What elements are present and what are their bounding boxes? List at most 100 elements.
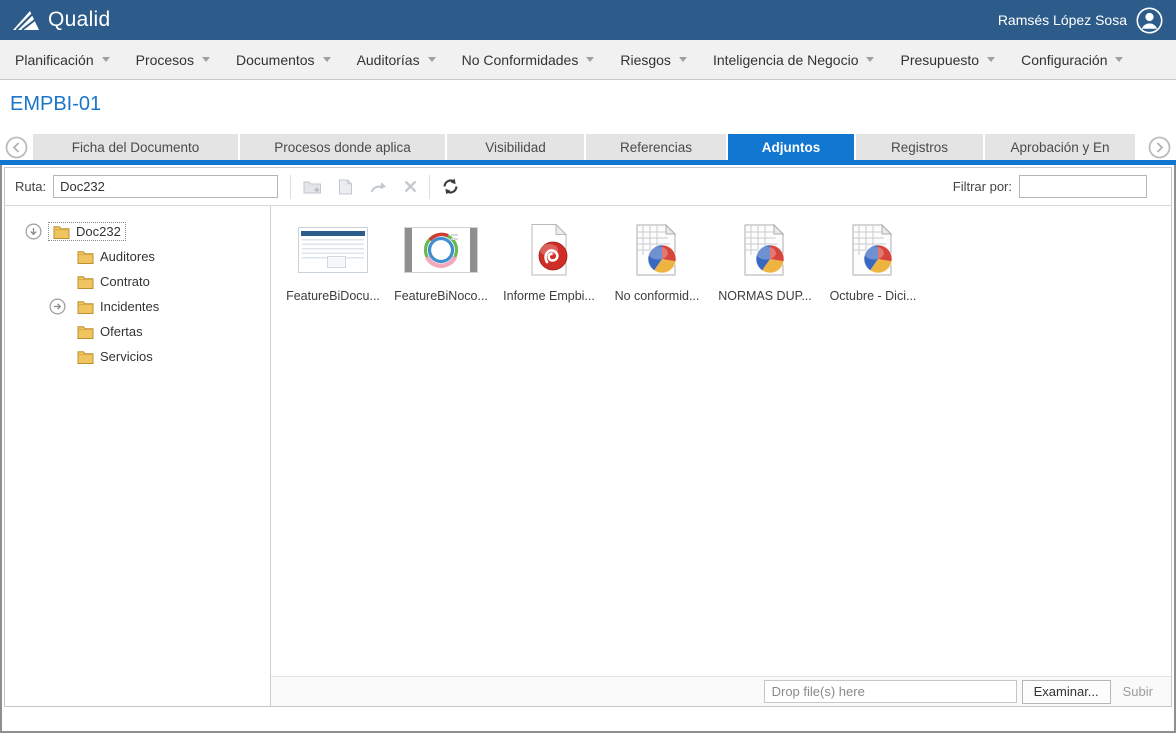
tree-node-servicios[interactable]: Servicios [49, 344, 264, 369]
nav-item-planificacion[interactable]: Planificación [2, 52, 123, 68]
nav-item-documentos[interactable]: Documentos [223, 52, 344, 68]
folder-icon [77, 325, 94, 339]
tree-node-auditores[interactable]: Auditores [49, 244, 264, 269]
nav-item-presupuesto[interactable]: Presupuesto [887, 52, 1008, 68]
rings-chart-thumbnail [404, 218, 478, 282]
tab-referencias[interactable]: Referencias [586, 134, 726, 160]
nav-item-label: Documentos [235, 51, 315, 68]
tab-scroll-left-button[interactable] [5, 136, 28, 159]
tab-aprobacion-y-entrega[interactable]: Aprobación y En [985, 134, 1135, 160]
upload-drop-input[interactable] [763, 680, 1017, 703]
folder-icon [77, 300, 94, 314]
folder-tree-panel: Doc232 Auditores Contrato Incidentes Ofe… [5, 206, 271, 706]
file-item-informe-empbi[interactable]: Informe Empbi... [495, 218, 603, 303]
tab-adjuntos[interactable]: Adjuntos [728, 134, 854, 160]
pdf-file-icon [528, 218, 570, 282]
tree-node-label: Contrato [100, 274, 150, 289]
file-item-octubre-dici[interactable]: Octubre - Dici... [819, 218, 927, 303]
nav-item-configuracion[interactable]: Configuración [1008, 52, 1136, 68]
redo-arrow-icon [371, 181, 387, 192]
spreadsheet-pie-file-icon [634, 218, 680, 282]
filter-area: Filtrar por: [953, 175, 1147, 198]
chevron-down-icon [678, 57, 687, 62]
brand-name: Qualid [48, 8, 111, 31]
nav-item-label: Procesos [135, 51, 194, 68]
tree-node-label: Incidentes [100, 299, 160, 314]
tab-ficha-del-documento[interactable]: Ficha del Documento [33, 134, 238, 160]
browse-button[interactable]: Examinar... [1021, 679, 1111, 704]
file-item-normas-dup[interactable]: NORMAS DUP... [711, 218, 819, 303]
folder-icon [53, 225, 70, 239]
file-name: NORMAS DUP... [718, 289, 812, 303]
arrow-right-circle-icon [1148, 136, 1171, 158]
folder-icon [77, 275, 94, 289]
tab-registros[interactable]: Registros [856, 134, 983, 160]
nav-item-procesos[interactable]: Procesos [123, 52, 223, 68]
webpage-screenshot-thumbnail [298, 218, 368, 282]
collapse-arrow-icon[interactable] [25, 223, 42, 240]
nav-item-label: Riesgos [620, 51, 671, 68]
tab-strip: Ficha del Documento Procesos donde aplic… [0, 134, 1176, 160]
tab-scroll-right-button[interactable] [1148, 136, 1171, 159]
tab-procesos-donde-aplica[interactable]: Procesos donde aplica [240, 134, 445, 160]
tree-node-incidentes[interactable]: Incidentes [49, 294, 264, 319]
nav-item-inteligencia-de-negocio[interactable]: Inteligencia de Negocio [700, 52, 888, 68]
tree-node-doc232[interactable]: Doc232 [25, 219, 264, 244]
new-folder-button[interactable] [303, 179, 322, 195]
page-title: EMPBI-01 [10, 93, 102, 115]
files-panel: FeatureBiDocu... FeatureBiNoco... Inform… [271, 206, 1171, 706]
spreadsheet-pie-file-icon [850, 218, 896, 282]
file-manager-widget: Ruta: Doc232 Filtrar por: Doc232 Auditor… [4, 167, 1172, 707]
folder-icon [77, 350, 94, 364]
toolbar-separator [429, 174, 431, 199]
app-header: Qualid Ramsés López Sosa [0, 0, 1176, 40]
file-name: FeatureBiNoco... [394, 289, 488, 303]
spreadsheet-pie-file-icon [742, 218, 788, 282]
tree-node-label: Auditores [100, 249, 155, 264]
ruta-label: Ruta: [15, 179, 47, 194]
tree-children: Auditores Contrato Incidentes Ofertas Se… [49, 244, 264, 369]
toolbar-actions [303, 179, 417, 195]
refresh-button[interactable] [442, 178, 459, 195]
toolbar-separator [290, 174, 292, 199]
arrow-left-circle-icon [5, 136, 28, 158]
filter-input[interactable] [1019, 175, 1147, 198]
chevron-down-icon [101, 57, 110, 62]
upload-submit[interactable]: Subir [1123, 684, 1153, 699]
chevron-down-icon [586, 57, 595, 62]
file-item-featurebidocu[interactable]: FeatureBiDocu... [279, 218, 387, 303]
nav-item-riesgos[interactable]: Riesgos [607, 52, 700, 68]
nav-item-no-conformidades[interactable]: No Conformidades [449, 52, 608, 68]
file-name: FeatureBiDocu... [286, 289, 380, 303]
nav-item-label: Inteligencia de Negocio [712, 51, 859, 68]
nav-item-auditorias[interactable]: Auditorías [344, 52, 449, 68]
file-name: Octubre - Dici... [829, 289, 917, 303]
tree-node-selected[interactable]: Doc232 [48, 222, 126, 241]
nav-item-label: No Conformidades [461, 51, 579, 68]
ruta-input[interactable] [53, 175, 279, 198]
delete-button[interactable] [404, 180, 417, 193]
new-folder-icon [303, 181, 322, 193]
upload-bar: Examinar... Subir [271, 676, 1171, 706]
user-area[interactable]: Ramsés López Sosa [998, 7, 1163, 34]
delete-x-icon [405, 181, 417, 192]
redo-button[interactable] [369, 180, 388, 194]
file-item-featurebinoco[interactable]: FeatureBiNoco... [387, 218, 495, 303]
file-item-no-conformid[interactable]: No conformid... [603, 218, 711, 303]
chevron-down-icon [866, 57, 875, 62]
tree-node-label: Ofertas [100, 324, 143, 339]
file-name: Informe Empbi... [503, 289, 595, 303]
tab-visibilidad[interactable]: Visibilidad [447, 134, 584, 160]
file-manager-body: Doc232 Auditores Contrato Incidentes Ofe… [5, 206, 1171, 706]
tree-node-contrato[interactable]: Contrato [49, 269, 264, 294]
filter-label: Filtrar por: [952, 179, 1012, 194]
tree-node-label: Doc232 [76, 224, 121, 239]
nav-item-label: Planificación [15, 51, 94, 68]
tree-node-ofertas[interactable]: Ofertas [49, 319, 264, 344]
folder-icon [77, 250, 94, 264]
user-name: Ramsés López Sosa [997, 12, 1127, 28]
open-file-button[interactable] [338, 179, 353, 195]
nav-item-label: Configuración [1021, 51, 1108, 68]
avatar-icon[interactable] [1136, 7, 1163, 34]
expand-arrow-icon[interactable] [49, 298, 66, 315]
